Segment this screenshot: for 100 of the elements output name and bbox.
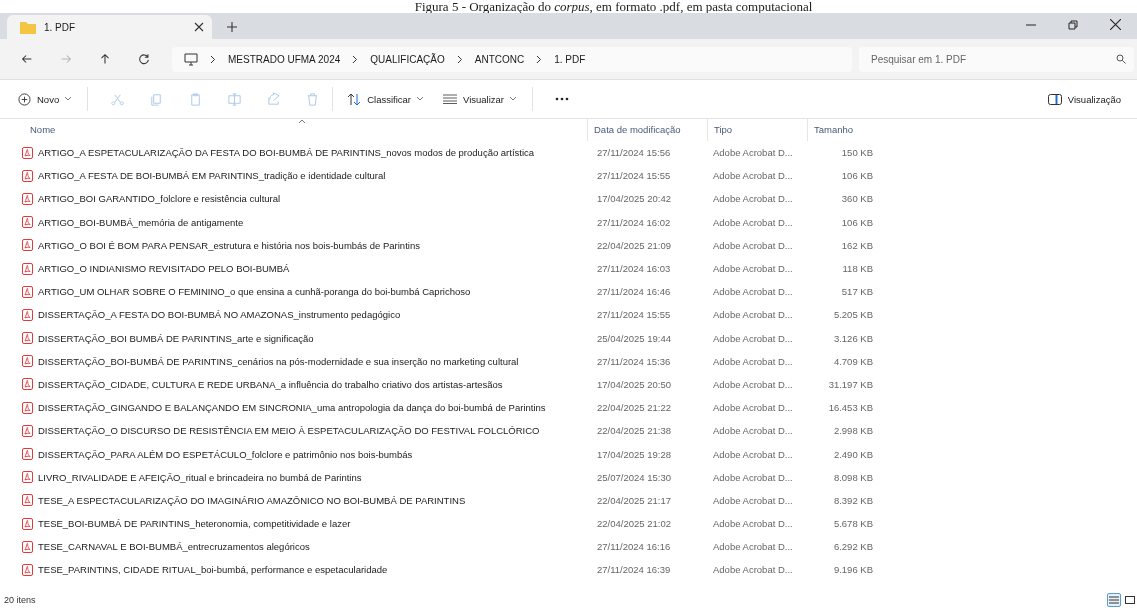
table-cell-text: 360 KB: [840, 193, 874, 205]
close-icon[interactable]: [1110, 19, 1121, 30]
table-cell-text: Adobe Acrobat D...: [712, 402, 794, 414]
preview-pane-button[interactable]: Visualização: [1043, 90, 1125, 108]
column-header[interactable]: Data de modificação: [587, 119, 707, 141]
table-cell-text: Adobe Acrobat D...: [712, 494, 794, 506]
pdf-file-icon: [22, 540, 33, 553]
table-cell-text: 8.392 KB: [832, 494, 874, 506]
column-header[interactable]: Tipo: [707, 119, 807, 141]
file-name[interactable]: DISSERTAÇÃO_GINGANDO E BALANÇANDO EM SINCRONIA_uma antropologia da dança do boi-bumbá de Parintins: [38, 402, 546, 414]
figure-caption: Figura 5 - Organização do corpus, em formato .pdf, em pasta computacional: [413, 0, 814, 13]
chevron-icon: [536, 54, 543, 64]
new-button[interactable]: Novo: [14, 89, 76, 109]
tiles-view-button[interactable]: [1123, 593, 1137, 607]
table-cell-text: 27/11/2024 15:55: [596, 170, 672, 182]
table-cell-text: Adobe Acrobat D...: [712, 147, 794, 159]
file-name[interactable]: ARTIGO_UM OLHAR SOBRE O FEMININO_o que ensina a cunhã-poranga do boi-bumbá Caprichoso: [38, 286, 471, 298]
table-cell-text: Adobe Acrobat D...: [712, 286, 794, 298]
table-cell-text: 22/04/2025 21:02: [596, 518, 672, 530]
pdf-file-icon: [22, 448, 33, 461]
plus-circle-icon: [18, 92, 31, 106]
table-cell-text: 6.292 KB: [832, 541, 874, 553]
view-button[interactable]: Visualizar: [439, 90, 520, 108]
table-cell-text: 5.205 KB: [832, 309, 874, 321]
table-cell-text: Adobe Acrobat D...: [712, 309, 794, 321]
search-field[interactable]: Pesquisar em 1. PDF: [859, 46, 1134, 72]
caret-icon: [510, 97, 516, 101]
panel-icon: [1047, 93, 1062, 105]
folder-tab[interactable]: 1. PDF: [7, 15, 212, 39]
item-count: 20 itens: [4, 595, 36, 605]
restore-icon[interactable]: [1068, 20, 1078, 30]
table-cell-text: 27/11/2024 15:36: [596, 355, 672, 367]
table-cell-text: Adobe Acrobat D...: [712, 518, 794, 530]
file-name[interactable]: LIVRO_RIVALIDADE E AFEIÇÃO_ritual e brincadeira no bumbá de Parintins: [38, 471, 362, 483]
more-icon[interactable]: [555, 97, 569, 101]
file-name[interactable]: ARTIGO_BOI GARANTIDO_folclore e resistência cultural: [38, 193, 281, 205]
table-cell-text: 22/04/2025 21:17: [596, 494, 672, 506]
close-icon[interactable]: [194, 22, 204, 32]
column-header[interactable]: Nome: [0, 119, 587, 141]
file-name[interactable]: DISSERTAÇÃO_BOI BUMBÁ DE PARINTINS_arte e significação: [38, 332, 314, 344]
file-name[interactable]: TESE_CARNAVAL E BOI-BUMBÁ_entrecruzamentos alegóricos: [38, 541, 310, 553]
refresh-icon[interactable]: [137, 52, 151, 66]
pdf-file-icon: [22, 355, 33, 368]
file-name[interactable]: ARTIGO_BOI-BUMBÁ_memória de antigamente: [38, 216, 244, 228]
table-cell-text: 517 KB: [840, 286, 874, 298]
sort-caret-icon: [298, 119, 306, 124]
pdf-file-icon: [22, 239, 33, 252]
breadcrumb[interactable]: ANTCONC: [474, 53, 525, 65]
pdf-file-icon: [22, 424, 33, 437]
sort-button[interactable]: Classificar: [343, 89, 427, 109]
table-cell-text: 2.998 KB: [832, 425, 874, 437]
file-name[interactable]: ARTIGO_O INDIANISMO REVISITADO PELO BOI-BUMBÁ: [38, 263, 290, 275]
table-cell-text: Adobe Acrobat D...: [712, 263, 794, 275]
breadcrumb[interactable]: 1. PDF: [554, 53, 586, 65]
table-cell-text: Adobe Acrobat D...: [712, 216, 794, 228]
back-icon[interactable]: [20, 52, 34, 66]
file-name[interactable]: DISSERTAÇÃO_CIDADE, CULTURA E REDE URBANA_a influência do trabalho criativo dos artistas-artesãos: [38, 378, 503, 390]
table-cell-text: 27/11/2024 16:16: [596, 541, 672, 553]
table-cell-text: Adobe Acrobat D...: [712, 425, 794, 437]
table-cell-text: 5.678 KB: [832, 518, 874, 530]
caret-icon: [65, 97, 72, 101]
search-icon: [1116, 54, 1126, 64]
file-name[interactable]: ARTIGO_O BOI É BOM PARA PENSAR_estrutura e história nos bois-bumbás de Parintins: [38, 239, 420, 251]
file-name[interactable]: ARTIGO_A ESPETACULARIZAÇÃO DA FESTA DO BOI-BUMBÁ DE PARINTINS_novos modos de produção artística: [38, 147, 535, 159]
table-cell-text: 162 KB: [840, 239, 874, 251]
table-cell-text: Adobe Acrobat D...: [712, 541, 794, 553]
file-name[interactable]: DISSERTAÇÃO_A FESTA DO BOI-BUMBÁ NO AMAZONAS_instrumento pedagógico: [38, 309, 401, 321]
pdf-file-icon: [22, 262, 33, 275]
file-name[interactable]: TESE_A ESPECTACULARIZAÇÃO DO IMAGINÁRIO AMAZÔNICO NO BOI-BUMBÁ DE PARINTINS: [38, 494, 466, 506]
new-tab-icon[interactable]: [227, 22, 237, 32]
pdf-file-icon: [22, 517, 33, 530]
breadcrumb[interactable]: QUALIFICAÇÃO: [370, 53, 445, 65]
table-cell-text: 22/04/2025 21:22: [596, 402, 672, 414]
pdf-file-icon: [22, 308, 33, 321]
table-cell-text: Adobe Acrobat D...: [712, 448, 794, 460]
file-name[interactable]: DISSERTAÇÃO_BOI-BUMBÁ DE PARINTINS_cenários na pós-modernidade e sua inserção no marketing cultural: [38, 355, 519, 367]
caret-icon: [417, 97, 423, 101]
table-cell-text: 4.709 KB: [832, 355, 874, 367]
up-icon[interactable]: [98, 52, 112, 66]
table-cell-text: Adobe Acrobat D...: [712, 193, 794, 205]
file-name[interactable]: TESE_PARINTINS, CIDADE RITUAL_boi-bumbá, performance e espetacularidade: [38, 564, 388, 576]
folder-icon: [20, 20, 36, 34]
file-name[interactable]: DISSERTAÇÃO_PARA ALÉM DO ESPETÁCULO_folclore e patrimônio nos bois-bumbás: [38, 448, 413, 460]
pdf-file-icon: [22, 146, 33, 159]
address-bar[interactable]: MESTRADO UFMA 2024 QUALIFICAÇÃO ANTCONC 1. PDF: [172, 46, 852, 72]
chevron-icon: [456, 54, 463, 64]
file-name[interactable]: TESE_BOI-BUMBÁ DE PARINTINS_heteronomia, competitividade e lazer: [38, 518, 351, 530]
table-cell-text: Adobe Acrobat D...: [712, 355, 794, 367]
column-header[interactable]: Tamanho: [807, 119, 882, 141]
file-name[interactable]: DISSERTAÇÃO_O DISCURSO DE RESISTÊNCIA EM MEIO À ESPETACULARIZAÇÃO DO FESTIVAL FOLCLÓRICO: [38, 425, 540, 437]
tab-title: 1. PDF: [44, 21, 77, 33]
pdf-file-icon: [22, 169, 33, 182]
table-cell-text: Adobe Acrobat D...: [712, 378, 794, 390]
table-cell-text: 150 KB: [840, 147, 874, 159]
breadcrumb[interactable]: MESTRADO UFMA 2024: [228, 53, 341, 65]
pdf-file-icon: [22, 494, 33, 507]
table-cell-text: 25/04/2025 19:44: [596, 332, 672, 344]
table-cell-text: Adobe Acrobat D...: [712, 170, 794, 182]
file-name[interactable]: ARTIGO_A FESTA DE BOI-BUMBÁ EM PARINTINS_tradição e identidade cultural: [38, 170, 386, 182]
table-cell-text: 27/11/2024 15:55: [596, 309, 672, 321]
